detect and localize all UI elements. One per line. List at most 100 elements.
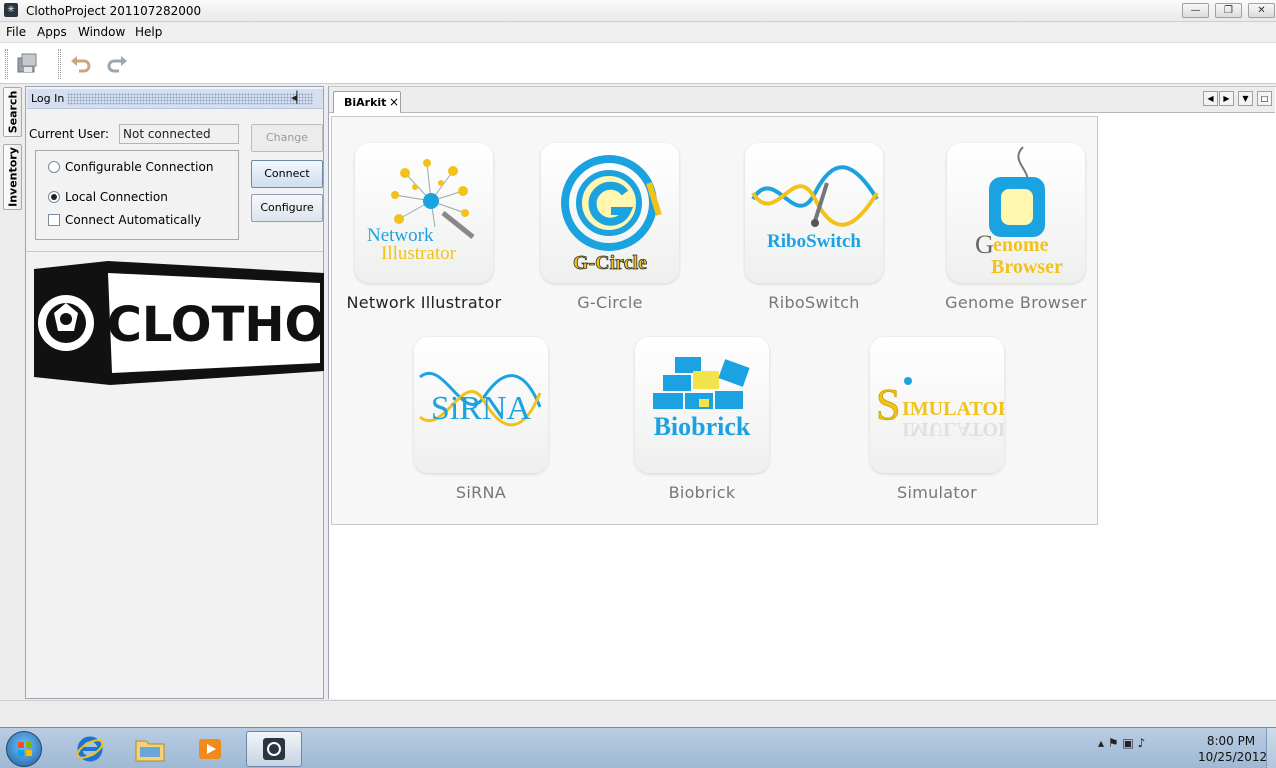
biobrick-tile[interactable]: Biobrick <box>635 337 769 473</box>
connection-options-group: Configurable Connection Local Connection… <box>35 150 239 240</box>
svg-text:SiRNA: SiRNA <box>431 390 532 427</box>
simulator-tile[interactable]: S IMULATOR IMULATOR <box>870 337 1004 473</box>
taskbar: ▴ ⚑ ▣ ♪ 8:00 PM 10/25/2012 <box>0 727 1276 768</box>
undo-button[interactable] <box>68 51 94 77</box>
tab-inventory-label: Inventory <box>6 147 19 207</box>
connect-automatically-option[interactable]: Connect Automatically <box>48 213 201 227</box>
genome-browser-tile[interactable]: G enome Browser <box>947 143 1085 283</box>
scroll-right-icon[interactable]: ▶ <box>1219 91 1234 106</box>
drag-handle[interactable] <box>67 93 313 105</box>
taskbar-clock[interactable]: 8:00 PM 10/25/2012 <box>1198 733 1267 765</box>
app-g-circle[interactable]: G-Circle G-Circle <box>530 143 690 312</box>
app-simulator[interactable]: S IMULATOR IMULATOR Simulator <box>856 337 1018 502</box>
network-illustrator-label: Network Illustrator <box>346 293 502 312</box>
save-button[interactable] <box>14 51 40 77</box>
menu-help[interactable]: Help <box>135 25 162 39</box>
current-user-field: Not connected <box>119 124 239 144</box>
genome-browser-label: Genome Browser <box>945 293 1087 312</box>
svg-text:G: G <box>975 230 994 259</box>
close-tab-icon[interactable]: × <box>389 95 399 109</box>
configure-button[interactable]: Configure <box>251 194 323 222</box>
restore-button[interactable]: ❐ <box>1215 3 1242 18</box>
redo-icon <box>107 56 127 73</box>
redo-button[interactable] <box>104 51 130 77</box>
change-button[interactable]: Change <box>251 124 323 152</box>
riboswitch-tile[interactable]: RiboSwitch <box>745 143 883 283</box>
riboswitch-icon: RiboSwitch <box>751 165 879 252</box>
taskbar-file-explorer[interactable] <box>122 731 178 767</box>
app-biobrick[interactable]: Biobrick Biobrick <box>632 337 772 502</box>
undo-icon <box>71 56 91 73</box>
media-player-icon <box>199 739 221 759</box>
biobrick-icon: Biobrick <box>653 357 751 441</box>
collapse-icon[interactable]: ◂▏ <box>291 91 305 104</box>
network-illustrator-tile[interactable]: Network Illustrator <box>355 143 493 283</box>
configurable-connection-label: Configurable Connection <box>65 160 214 174</box>
menu-window[interactable]: Window <box>78 25 125 39</box>
toolbar <box>0 42 1276 84</box>
svg-text:enome: enome <box>993 234 1049 256</box>
simulator-label: Simulator <box>897 483 977 502</box>
g-circle-tile[interactable]: G-Circle <box>541 143 679 283</box>
svg-text:IMULATOR: IMULATOR <box>902 418 1004 440</box>
configurable-connection-radio[interactable] <box>48 161 60 173</box>
genome-browser-icon: G enome Browser <box>975 146 1063 278</box>
sirna-icon: SiRNA <box>419 372 542 427</box>
tab-list-dropdown-icon[interactable]: ▼ <box>1238 91 1253 106</box>
local-connection-option[interactable]: Local Connection <box>48 190 168 204</box>
toolbar-grip[interactable] <box>5 49 8 79</box>
menu-file[interactable]: File <box>6 25 26 39</box>
notification-area[interactable]: ▴ ⚑ ▣ ♪ <box>1098 736 1145 750</box>
g-circle-icon: G-Circle <box>561 155 662 274</box>
svg-text:Browser: Browser <box>991 256 1063 278</box>
app-genome-browser[interactable]: G enome Browser Genome Browser <box>936 143 1096 312</box>
sirna-label: SiRNA <box>455 483 507 502</box>
clotho-app-icon <box>263 738 285 760</box>
connect-button[interactable]: Connect <box>251 160 323 188</box>
app-icon: ✳ <box>4 3 18 17</box>
biobrick-label: Biobrick <box>668 483 736 502</box>
svg-text:S: S <box>876 380 900 429</box>
document-tab-strip: BiArkit × ◀ ▶ ▼ □ <box>329 87 1275 113</box>
scroll-left-icon[interactable]: ◀ <box>1203 91 1218 106</box>
login-panel: Log In ◂▏ Current User: Not connected Co… <box>25 86 324 699</box>
save-icon <box>17 53 37 73</box>
start-button[interactable] <box>6 731 42 767</box>
network-illustrator-icon: Network Illustrator <box>367 159 475 264</box>
app-riboswitch[interactable]: RiboSwitch RiboSwitch <box>734 143 894 312</box>
taskbar-media-player[interactable] <box>182 731 238 767</box>
close-button[interactable]: ✕ <box>1248 3 1275 18</box>
logo-wordmark: CLOTHO <box>107 297 324 353</box>
taskbar-clotho[interactable] <box>246 731 302 767</box>
side-tab-strip: Search Inventory <box>0 86 24 700</box>
app-network-illustrator[interactable]: Network Illustrator Network Illustrator <box>340 143 508 312</box>
divider <box>26 251 323 252</box>
taskbar-internet-explorer[interactable] <box>62 731 118 767</box>
folder-icon <box>135 740 165 762</box>
tab-search[interactable]: Search <box>3 87 22 137</box>
configurable-connection-option[interactable]: Configurable Connection <box>48 160 213 174</box>
svg-text:IMULATOR: IMULATOR <box>902 398 1004 420</box>
tab-inventory[interactable]: Inventory <box>3 144 22 210</box>
simulator-icon: S IMULATOR IMULATOR <box>876 377 1004 440</box>
windows-logo-icon <box>18 742 32 756</box>
minimize-button[interactable]: — <box>1182 3 1209 18</box>
sirna-tile[interactable]: SiRNA <box>414 337 548 473</box>
maximize-tab-icon[interactable]: □ <box>1257 91 1272 106</box>
app-sirna[interactable]: SiRNA SiRNA <box>408 337 554 502</box>
svg-text:Biobrick: Biobrick <box>654 412 751 441</box>
g-circle-label: G-Circle <box>577 293 643 312</box>
show-desktop-button[interactable] <box>1266 728 1276 768</box>
status-bar <box>0 700 1276 727</box>
main-panel: BiArkit × ◀ ▶ ▼ □ Network Illustrator Ne… <box>328 86 1276 699</box>
tab-biarkit[interactable]: BiArkit × <box>333 91 401 113</box>
clotho-logo: CLOTHO <box>34 261 324 385</box>
menu-bar: File Apps Window Help <box>0 23 1276 41</box>
svg-text:Illustrator: Illustrator <box>381 243 457 264</box>
clock-time: 8:00 PM <box>1206 734 1256 748</box>
local-connection-radio[interactable] <box>48 191 60 203</box>
toolbar-grip[interactable] <box>58 49 61 79</box>
menu-apps[interactable]: Apps <box>37 25 67 39</box>
connect-automatically-checkbox[interactable] <box>48 214 60 226</box>
window-title: ClothoProject 201107282000 <box>26 4 202 18</box>
